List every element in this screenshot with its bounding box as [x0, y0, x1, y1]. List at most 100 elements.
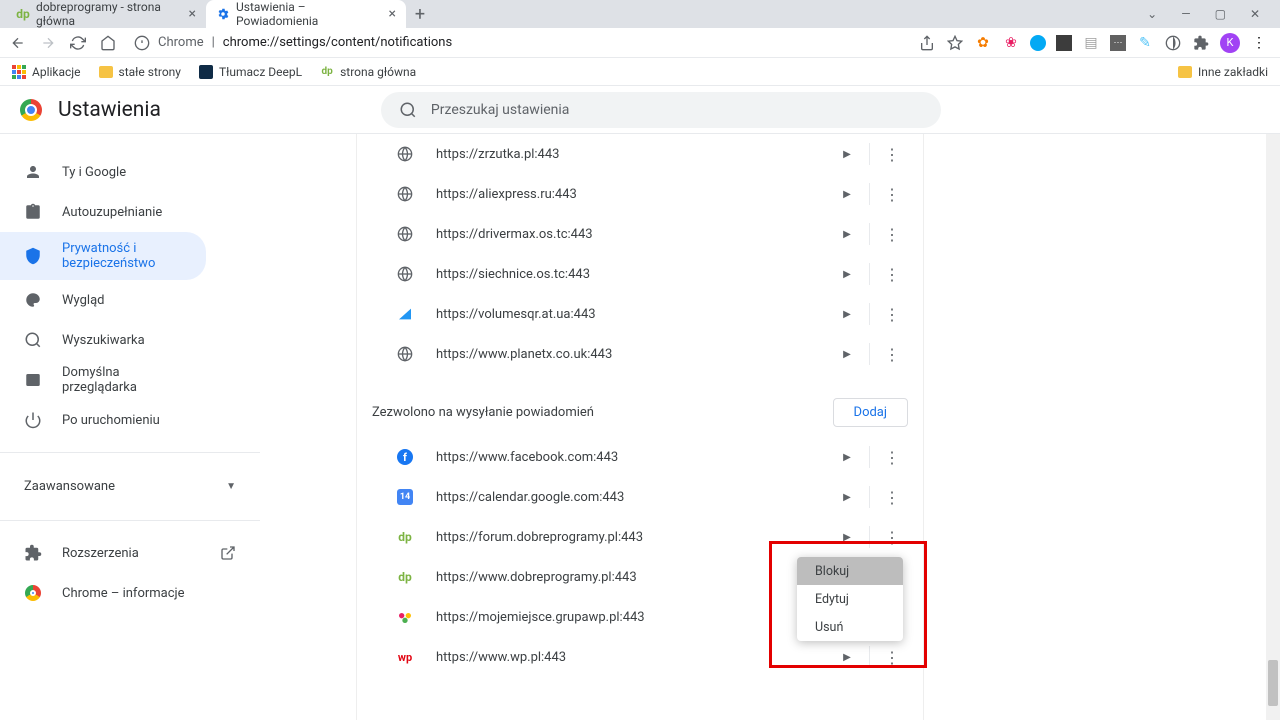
ext-icon-8[interactable]	[1164, 34, 1182, 52]
share-icon[interactable]	[918, 34, 936, 52]
ext-icon-7[interactable]: ✎	[1136, 34, 1154, 52]
sidebar-item-about[interactable]: Chrome – informacje	[0, 573, 260, 613]
site-more-button[interactable]: ⋮	[876, 265, 908, 284]
site-more-button[interactable]: ⋮	[876, 305, 908, 324]
address-bar[interactable]: Chrome | chrome://settings/content/notif…	[128, 35, 908, 51]
other-bookmarks[interactable]: Inne zakładki	[1178, 65, 1268, 79]
site-favicon	[396, 145, 414, 163]
bookmark-deepl[interactable]: Tłumacz DeepL	[199, 65, 302, 79]
site-favicon: dp	[396, 528, 414, 546]
site-favicon: dp	[396, 568, 414, 586]
chrome-logo-icon	[20, 99, 42, 121]
dp-favicon: dp	[16, 6, 30, 22]
ext-icon-3[interactable]	[1030, 35, 1046, 51]
bookmark-folder-stale[interactable]: stałe strony	[99, 65, 181, 79]
sidebar-item-search[interactable]: Wyszukiwarka	[0, 320, 206, 360]
site-details-arrow[interactable]: ▶	[831, 229, 863, 240]
site-favicon: f	[396, 448, 414, 466]
menu-icon[interactable]: ⋮	[1250, 34, 1268, 52]
star-icon[interactable]	[946, 34, 964, 52]
menu-item-remove[interactable]: Usuń	[797, 613, 903, 641]
chevron-down-icon: ▼	[226, 481, 236, 492]
person-icon	[24, 163, 42, 181]
menu-item-edit[interactable]: Edytuj	[797, 585, 903, 613]
ext-icon-1[interactable]: ✿	[974, 34, 992, 52]
ext-icon-2[interactable]: ❀	[1002, 34, 1020, 52]
scrollbar[interactable]	[1266, 134, 1280, 720]
extensions-icon[interactable]	[1192, 34, 1210, 52]
site-favicon: wp	[396, 648, 414, 666]
scroll-thumb[interactable]	[1268, 660, 1278, 706]
back-button[interactable]	[8, 33, 28, 53]
site-more-button[interactable]: ⋮	[876, 185, 908, 204]
tab-settings[interactable]: Ustawienia – Powiadomienia ×	[206, 0, 406, 28]
site-more-button[interactable]: ⋮	[876, 225, 908, 244]
sidebar-item-startup[interactable]: Po uruchomieniu	[0, 400, 206, 440]
site-more-button[interactable]: ⋮	[876, 528, 908, 547]
ext-icon-6[interactable]: ⋯	[1110, 35, 1126, 51]
site-favicon	[396, 608, 414, 626]
site-row: https://siechnice.os.tc:443 ▶ ⋮	[360, 254, 920, 294]
sidebar-item-extensions[interactable]: Rozszerzenia	[0, 533, 260, 573]
site-more-button[interactable]: ⋮	[876, 488, 908, 507]
settings-search-input[interactable]: Przeszukaj ustawienia	[381, 92, 941, 128]
forward-button[interactable]	[38, 33, 58, 53]
bookmark-strona[interactable]: dpstrona główna	[320, 65, 416, 79]
close-icon[interactable]: ×	[189, 6, 196, 22]
site-more-button[interactable]: ⋮	[876, 448, 908, 467]
site-details-arrow[interactable]: ▶	[831, 652, 863, 663]
site-details-arrow[interactable]: ▶	[831, 532, 863, 543]
maximize-icon[interactable]: ▢	[1215, 7, 1226, 21]
tab-dobreprogramy[interactable]: dp dobreprogramy - strona główna ×	[6, 0, 206, 28]
reload-button[interactable]	[68, 33, 88, 53]
apps-shortcut[interactable]: Aplikacje	[12, 65, 81, 79]
bookmarks-bar: Aplikacje stałe strony Tłumacz DeepL dps…	[0, 58, 1280, 86]
palette-icon	[24, 291, 42, 309]
url-text: chrome://settings/content/notifications	[223, 35, 452, 50]
site-details-arrow[interactable]: ▶	[831, 269, 863, 280]
ext-icon-5[interactable]: ▤	[1082, 34, 1100, 52]
ext-icon-4[interactable]	[1056, 35, 1072, 51]
chevron-down-icon[interactable]: ⌄	[1147, 7, 1157, 21]
add-button[interactable]: Dodaj	[833, 398, 908, 427]
sidebar-item-autofill[interactable]: Autouzupełnianie	[0, 192, 206, 232]
sidebar-item-default-browser[interactable]: Domyślna przeglądarka	[0, 360, 206, 400]
search-icon	[24, 331, 42, 349]
search-icon	[399, 101, 417, 119]
page-title: Ustawienia	[58, 98, 161, 122]
site-details-arrow[interactable]: ▶	[831, 189, 863, 200]
sidebar-item-appearance[interactable]: Wygląd	[0, 280, 206, 320]
sidebar-item-privacy[interactable]: Prywatność i bezpieczeństwo	[0, 232, 206, 280]
site-favicon	[396, 265, 414, 283]
tab-title: dobreprogramy - strona główna	[36, 0, 182, 28]
site-more-button[interactable]: ⋮	[876, 648, 908, 667]
site-details-arrow[interactable]: ▶	[831, 452, 863, 463]
site-details-arrow[interactable]: ▶	[831, 149, 863, 160]
menu-item-block[interactable]: Blokuj	[797, 557, 903, 585]
site-url: https://www.planetx.co.uk:443	[436, 347, 831, 362]
chrome-icon	[24, 584, 42, 602]
gear-favicon	[216, 7, 230, 21]
site-more-button[interactable]: ⋮	[876, 145, 908, 164]
site-url: https://www.facebook.com:443	[436, 450, 831, 465]
close-window-icon[interactable]: ✕	[1250, 7, 1260, 21]
site-more-button[interactable]: ⋮	[876, 345, 908, 364]
site-details-arrow[interactable]: ▶	[831, 349, 863, 360]
sidebar-advanced-toggle[interactable]: Zaawansowane ▼	[0, 465, 260, 508]
close-icon[interactable]: ×	[389, 6, 396, 22]
minimize-icon[interactable]: —	[1181, 7, 1190, 21]
new-tab-button[interactable]: +	[406, 0, 434, 28]
folder-icon	[1178, 66, 1192, 78]
window-controls: ⌄ — ▢ ✕	[1147, 0, 1280, 28]
home-button[interactable]	[98, 33, 118, 53]
scheme-label: Chrome	[158, 35, 204, 50]
profile-avatar[interactable]: K	[1220, 33, 1240, 53]
sidebar-item-you-and-google[interactable]: Ty i Google	[0, 152, 206, 192]
site-details-arrow[interactable]: ▶	[831, 492, 863, 503]
dp-icon: dp	[320, 65, 334, 79]
site-favicon	[396, 185, 414, 203]
allowed-title: Zezwolono na wysyłanie powiadomień	[372, 405, 594, 420]
site-details-arrow[interactable]: ▶	[831, 309, 863, 320]
tab-strip: dp dobreprogramy - strona główna × Ustaw…	[0, 0, 1280, 28]
browser-icon	[24, 371, 42, 389]
